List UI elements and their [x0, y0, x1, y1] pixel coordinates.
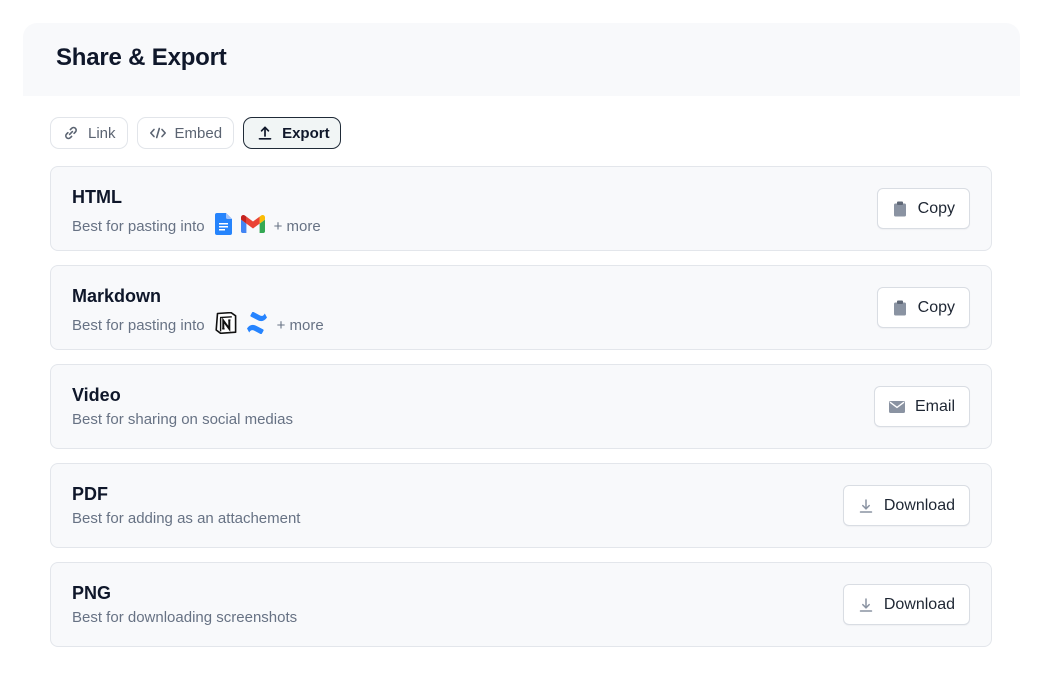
email-video-button[interactable]: Email [873, 386, 970, 427]
export-card-png: PNG Best for downloading screenshots Dow… [50, 562, 992, 647]
card-title: HTML [72, 187, 122, 207]
copy-markdown-button[interactable]: Copy [876, 287, 970, 328]
export-card-video: Video Best for sharing on social medias … [50, 364, 992, 449]
tab-embed[interactable]: Embed [136, 117, 235, 149]
card-description: Best for sharing on social medias [72, 411, 293, 428]
tab-export[interactable]: Export [243, 117, 341, 149]
export-card-pdf: PDF Best for adding as an attachement Do… [50, 463, 992, 548]
card-description: Best for adding as an attachement [72, 510, 300, 527]
card-title: PNG [72, 583, 112, 603]
download-button-label: Download [883, 595, 955, 613]
card-description: Best for pasting into + more [72, 213, 321, 239]
card-description-text: Best for sharing on social medias [72, 411, 293, 428]
download-icon [858, 597, 874, 613]
copy-button-label: Copy [917, 298, 955, 316]
upload-icon [256, 124, 274, 142]
tab-embed-label: Embed [174, 124, 223, 142]
card-title: Video [72, 385, 121, 405]
tab-link[interactable]: Link [50, 117, 128, 149]
more-apps-text: + more [276, 316, 324, 334]
card-description-text: Best for downloading screenshots [72, 609, 298, 626]
card-title: Markdown [72, 286, 162, 306]
card-description-text: Best for pasting into [72, 217, 205, 235]
download-pdf-button[interactable]: Download [842, 485, 970, 526]
panel-header: Share & Export [23, 23, 1020, 96]
download-png-button[interactable]: Download [842, 584, 970, 625]
tab-link-label: Link [88, 124, 116, 142]
notion-icon [214, 311, 237, 338]
clipboard-icon [892, 201, 908, 217]
card-description: Best for downloading screenshots [72, 609, 297, 626]
download-button-label: Download [883, 496, 955, 514]
panel-title: Share & Export [56, 44, 227, 71]
card-description: Best for pasting into + more [72, 311, 324, 338]
copy-html-button[interactable]: Copy [876, 188, 970, 229]
gmail-icon [240, 215, 265, 237]
code-icon [149, 124, 167, 142]
email-button-label: Email [914, 397, 955, 415]
mail-icon [888, 399, 905, 415]
download-icon [858, 498, 874, 514]
link-icon [62, 124, 80, 142]
more-apps-text: + more [273, 217, 321, 235]
card-description-text: Best for pasting into [72, 316, 205, 334]
google-docs-icon [214, 213, 232, 239]
tab-bar: Link Embed Export [50, 117, 341, 149]
export-card-markdown: Markdown Best for pasting into + more Co… [50, 265, 992, 350]
card-title: PDF [72, 484, 108, 504]
export-card-html: HTML Best for pasting into + more Copy [50, 166, 992, 251]
copy-button-label: Copy [917, 199, 955, 217]
tab-export-label: Export [282, 124, 330, 142]
confluence-icon [246, 311, 268, 338]
card-description-text: Best for adding as an attachement [72, 510, 301, 527]
clipboard-icon [892, 300, 908, 316]
